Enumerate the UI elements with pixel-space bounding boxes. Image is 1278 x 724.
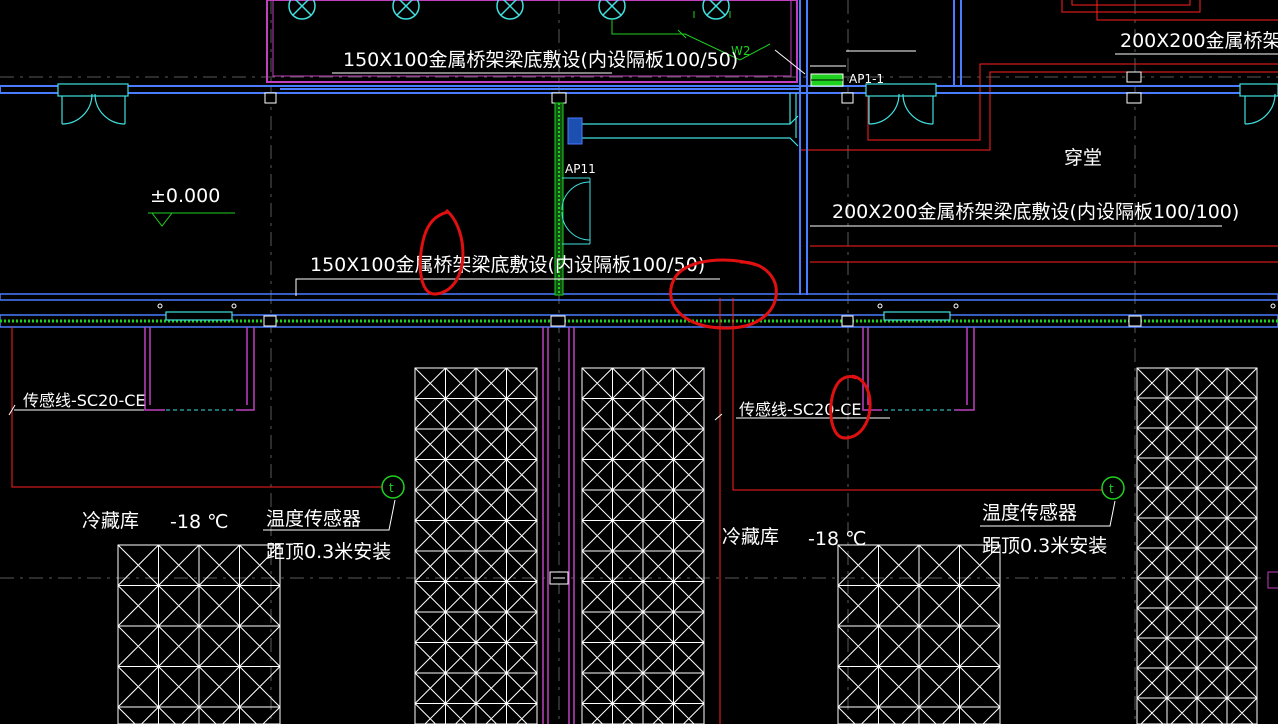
- sensor-left-note: 距顶0.3米安装: [266, 541, 391, 563]
- column-bottom-right: [1267, 571, 1278, 589]
- sensor-right-title: 温度传感器: [982, 502, 1077, 524]
- exhaust-fan-icon: [288, 0, 316, 20]
- sensor-line-right-label: 传感线-SC20-CE: [739, 400, 862, 419]
- vertical-tray: [570, 93, 799, 147]
- exhaust-fan-icon: [702, 0, 730, 20]
- storage-rack: [581, 367, 705, 724]
- tray-topright-label: 200X200金属桥架引自二层: [1120, 30, 1278, 52]
- cad-drawing-canvas[interactable]: W2 200X200金属桥架引自二层: [0, 0, 1278, 724]
- exhaust-fan-icon: [496, 0, 524, 20]
- sensor-line-left-label: 传感线-SC20-CE: [23, 391, 146, 410]
- elevation-label: ±0.000: [150, 185, 220, 207]
- sensor-right-note: 距顶0.3米安装: [982, 535, 1107, 557]
- exhaust-fan-icons: [288, 0, 730, 20]
- sensor-line-left: 传感线-SC20-CE: [8, 391, 146, 416]
- temp-sensor-icon: t: [389, 481, 394, 495]
- storage-rack: [1136, 367, 1258, 724]
- markup-circle: [418, 208, 465, 296]
- room-right-temp: -18 ℃: [808, 528, 866, 550]
- room-left-temp: -18 ℃: [170, 511, 228, 533]
- tray-right-label: 200X200金属桥架梁底敷设(内设隔板100/100): [832, 201, 1239, 223]
- elevation-marker: ±0.000: [148, 185, 235, 227]
- panel-ap11-label: AP11: [565, 162, 596, 176]
- storage-rack: [414, 367, 538, 724]
- temp-sensor-icon: t: [1109, 482, 1114, 496]
- room-left-name: 冷藏库: [82, 510, 139, 532]
- storage-rack: [117, 544, 281, 724]
- storage-rack: [837, 544, 1001, 724]
- exhaust-fan-icon: [392, 0, 420, 20]
- tray-mid-label: 150X100金属桥架梁底敷设(内设隔板100/50): [310, 254, 705, 276]
- sensor-left-title: 温度传感器: [266, 508, 361, 530]
- panel-ap1-1-label: AP1-1: [849, 72, 884, 86]
- tray-right-lines: [810, 245, 1278, 263]
- corridor-label: 穿堂: [1064, 147, 1102, 169]
- room-right-name: 冷藏库: [722, 526, 779, 548]
- tray-top-label: 150X100金属桥架梁底敷设(内设隔板100/50): [343, 49, 738, 71]
- exhaust-fan-icon: [598, 0, 626, 20]
